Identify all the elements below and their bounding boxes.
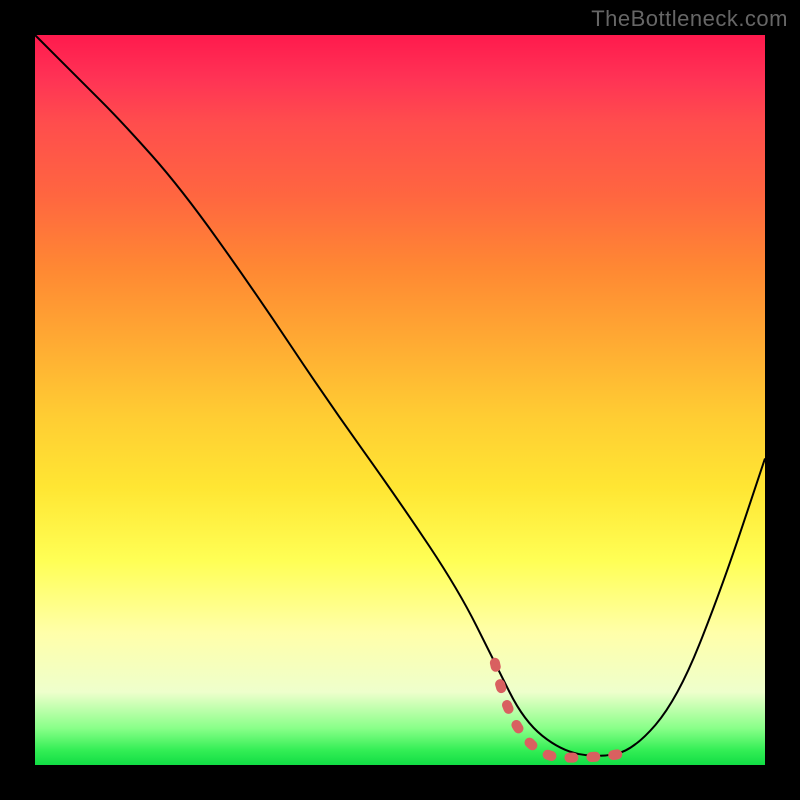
chart-plot-area xyxy=(35,35,765,765)
bottleneck-curve-line xyxy=(35,35,765,756)
curve-svg xyxy=(35,35,765,765)
watermark-text: TheBottleneck.com xyxy=(591,6,788,32)
trough-highlight xyxy=(495,663,634,758)
